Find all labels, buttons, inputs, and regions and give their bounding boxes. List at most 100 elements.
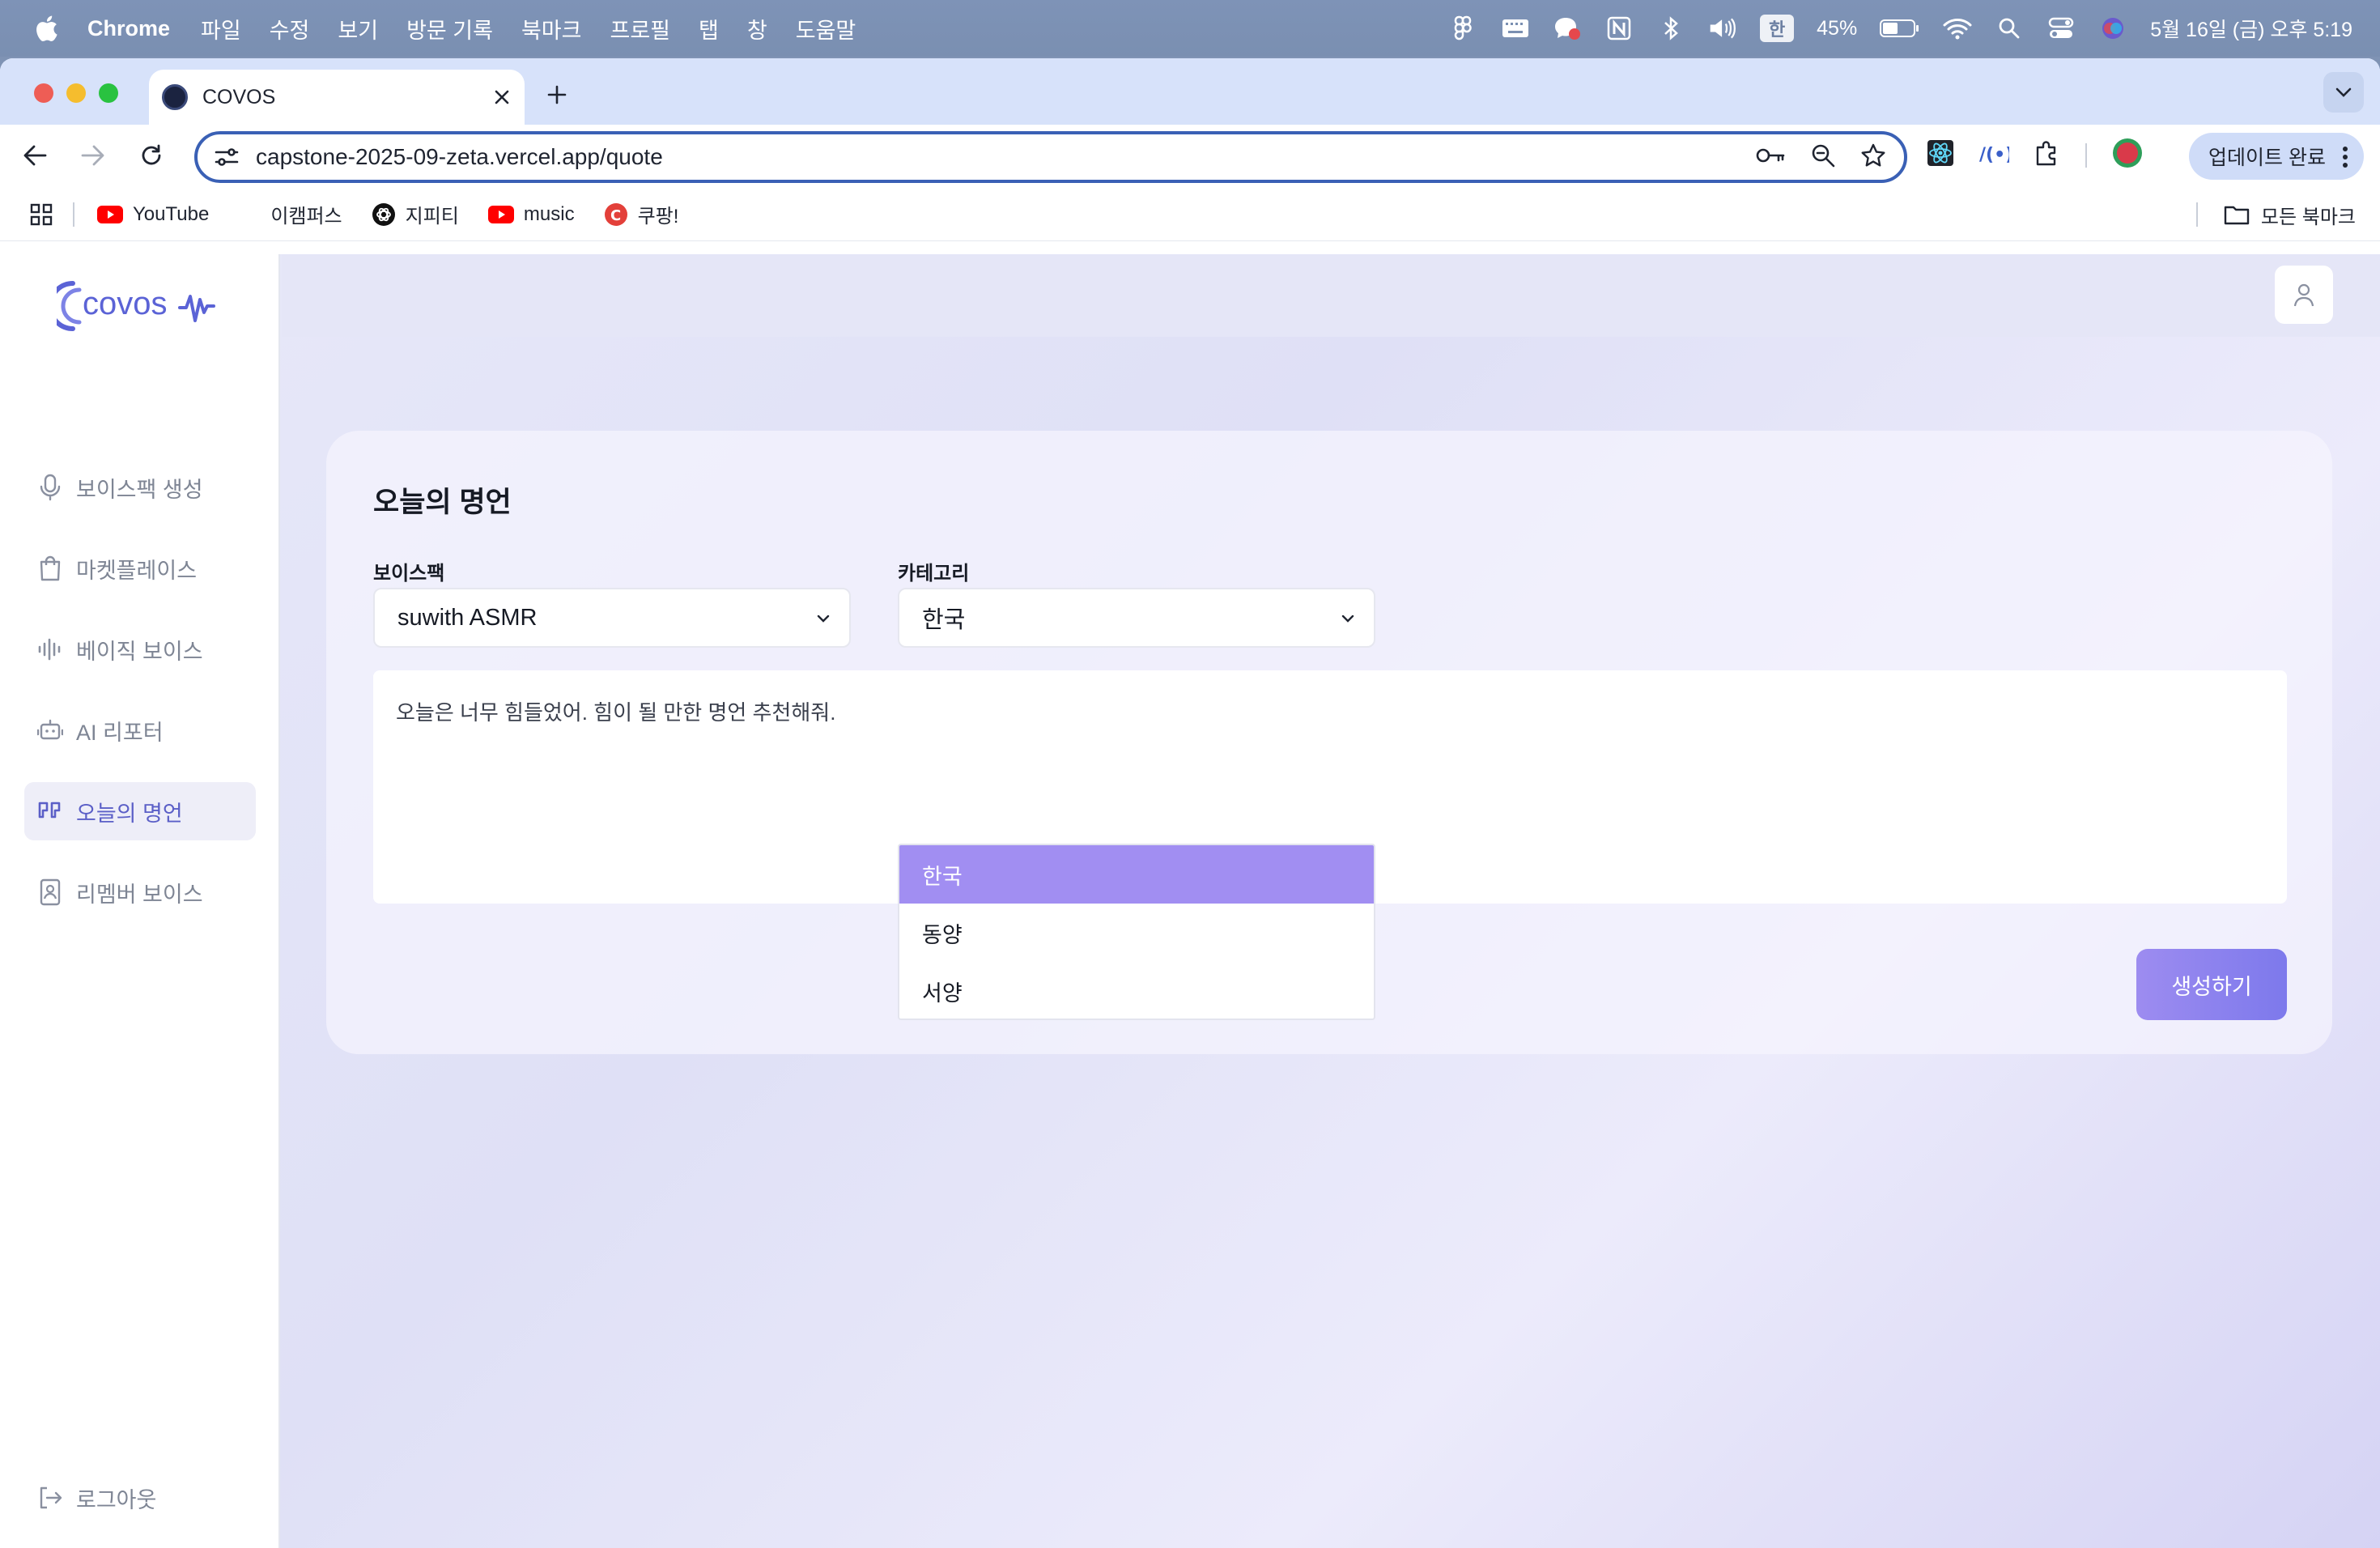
bookmark-label: 쿠팡! [637,206,679,228]
more-vertical-icon[interactable] [2341,145,2349,169]
quote-icon [36,797,65,826]
nav-daily-quote[interactable]: 오늘의 명언 [24,782,256,840]
bookmark-music[interactable]: music [487,203,575,226]
coupang-icon: C [604,202,627,226]
tab-covos[interactable]: COVOS [149,70,525,125]
battery-icon[interactable] [1880,14,1920,43]
nav-voicepack-create[interactable]: 보이스팩 생성 [24,458,256,517]
update-complete-button[interactable]: 업데이트 완료 [2189,133,2364,180]
api-extension-icon[interactable]: /(•) [1978,139,2013,171]
all-bookmarks-label: 모든 북마크 [2260,206,2356,228]
apple-logo-icon[interactable] [32,14,60,43]
menu-help[interactable]: 도움말 [796,13,856,45]
update-label: 업데이트 완료 [2208,147,2326,169]
menu-file[interactable]: 파일 [201,13,241,45]
siri-icon[interactable] [2098,14,2127,43]
tab-strip: COVOS [0,58,2380,125]
bluetooth-icon[interactable] [1656,14,1685,43]
chat-notification-icon[interactable] [1553,14,1582,43]
back-arrow-icon[interactable] [16,137,53,174]
apps-grid-icon[interactable] [29,202,53,227]
browser-toolbar: capstone-2025-09-zeta.vercel.app/quote /… [0,125,2380,188]
notion-icon[interactable] [1604,14,1634,43]
nav-label: AI 리포터 [76,720,164,745]
category-label: 카테고리 [898,563,970,585]
url-text[interactable]: capstone-2025-09-zeta.vercel.app/quote [256,144,1755,170]
extensions-puzzle-icon[interactable] [2034,139,2061,171]
nav-marketplace[interactable]: 마켓플레이스 [24,539,256,598]
toolbar-divider [2085,142,2087,168]
bookmark-label: 지피티 [405,206,459,228]
menu-profile[interactable]: 프로필 [610,13,670,45]
prompt-text: 오늘은 너무 힘들었어. 힘이 될 만한 명언 추천해줘. [396,700,836,725]
folder-icon [2224,206,2250,225]
tab-close-icon[interactable] [486,81,518,113]
voicepack-select[interactable]: suwith ASMR [373,588,851,648]
svg-text:covos: covos [83,286,168,321]
all-bookmarks[interactable]: 모든 북마크 [2195,188,2356,241]
bookmarks-bar: YouTube 이캠퍼스 지피티 music C 쿠팡! 모든 북마크 [0,188,2380,241]
covos-logo[interactable]: covos [57,275,219,337]
site-info-tune-icon[interactable] [212,142,241,172]
bookmark-coupang[interactable]: C 쿠팡! [604,200,679,228]
shopping-bag-icon [36,554,65,583]
forward-arrow-icon[interactable] [74,137,112,174]
control-center-icon[interactable] [2046,14,2076,43]
menu-app-chrome[interactable]: Chrome [87,16,170,41]
category-option-korea[interactable]: 한국 [899,845,1374,904]
bookmark-gpt[interactable]: 지피티 [372,200,459,228]
app-page: covos 보이스팩 생성 마켓플레이스 베이직 보이스 AI 리포터 오늘의 … [0,254,2380,1548]
spotlight-search-icon[interactable] [1995,14,2024,43]
page-title: 오늘의 명언 [373,487,512,518]
input-method-indicator[interactable]: 한 [1760,15,1795,42]
password-key-icon[interactable] [1755,146,1786,169]
clock[interactable]: 5월 16일 (금) 오후 5:19 [2150,14,2352,43]
menu-history[interactable]: 방문 기록 [406,13,493,45]
nav-label: 마켓플레이스 [76,558,198,583]
volume-icon[interactable] [1708,14,1737,43]
macos-menu-bar: Chrome 파일 수정 보기 방문 기록 북마크 프로필 탭 창 도움말 한 … [0,0,2380,57]
minimize-window-button[interactable] [66,83,86,103]
nav-basic-voice[interactable]: 베이직 보이스 [24,620,256,678]
profile-avatar[interactable] [2111,137,2144,173]
new-tab-icon[interactable] [541,79,573,111]
bookmark-ecampus[interactable]: 이캠퍼스 [270,200,342,228]
bookmark-star-icon[interactable] [1860,142,1886,172]
category-select[interactable]: 한국 [898,588,1375,648]
voicepack-value: suwith ASMR [397,604,538,631]
nav-ai-reporter[interactable]: AI 리포터 [24,701,256,759]
zoom-icon[interactable] [1810,142,1836,172]
wifi-icon[interactable] [1943,14,1972,43]
logout-button[interactable]: 로그아웃 [24,1469,256,1527]
nav-remember-voice[interactable]: 리멤버 보이스 [24,863,256,921]
bookmark-label: 이캠퍼스 [270,206,342,228]
user-profile-button[interactable] [2275,266,2333,324]
category-option-west[interactable]: 서양 [899,962,1374,1019]
openai-icon [372,202,395,226]
menu-bookmarks[interactable]: 북마크 [521,13,582,45]
close-window-button[interactable] [34,83,53,103]
youtube-icon [97,205,123,223]
react-devtools-icon[interactable] [1927,139,1954,171]
category-option-east[interactable]: 동양 [899,904,1374,962]
bookmark-label: YouTube [133,202,210,225]
address-bar[interactable]: capstone-2025-09-zeta.vercel.app/quote [194,131,1907,183]
logout-icon [36,1483,65,1512]
nav-label: 보이스팩 생성 [76,477,203,502]
menu-tab[interactable]: 탭 [699,13,719,45]
nav-label: 오늘의 명언 [76,801,183,826]
covos-favicon-icon [162,84,188,110]
keyboard-icon[interactable] [1501,14,1530,43]
menu-window[interactable]: 창 [747,13,767,45]
svg-text:C: C [610,207,621,224]
tab-search-chevron-icon[interactable] [2323,72,2364,113]
bookmark-youtube[interactable]: YouTube [97,203,209,226]
figma-icon[interactable] [1449,14,1478,43]
reload-icon[interactable] [133,137,170,174]
generate-button[interactable]: 생성하기 [2136,949,2287,1020]
menu-edit[interactable]: 수정 [270,13,310,45]
menu-view[interactable]: 보기 [338,13,378,45]
bookmarks-right-divider [2195,202,2198,227]
nav-label: 리멤버 보이스 [76,882,203,907]
maximize-window-button[interactable] [99,83,118,103]
